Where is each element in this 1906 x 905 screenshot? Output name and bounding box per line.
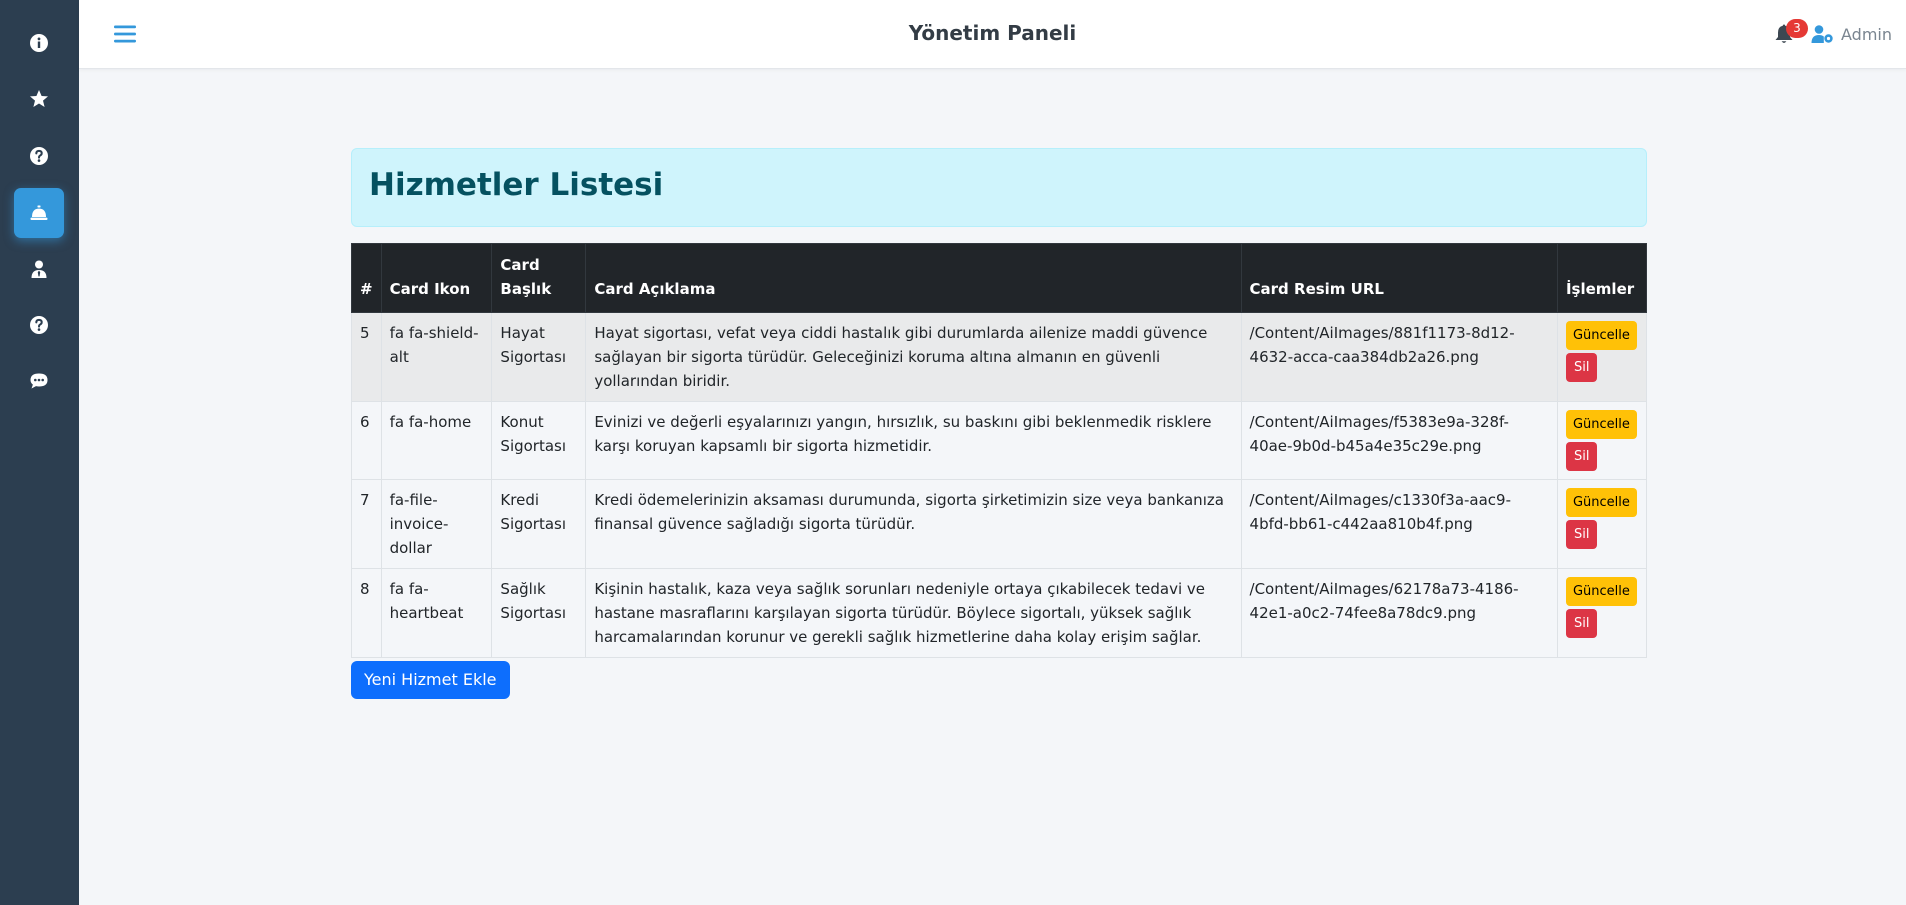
cell-actions: Güncelle Sil — [1556, 312, 1648, 402]
table-row: 5 fa fa-shield-alt Hayat Sigortası Hayat… — [351, 312, 1648, 402]
cell-title: Hayat Sigortası — [491, 312, 587, 402]
table-row: 8 fa fa-heartbeat Sağlık Sigortası Kişin… — [351, 568, 1648, 658]
topbar: Yönetim Paneli 3 Admin — [79, 0, 1906, 69]
sidebar-item-favorites[interactable] — [14, 74, 64, 124]
menu-toggle-button[interactable] — [111, 20, 139, 48]
cell-image-url: /Content/AiImages/c1330f3a-aac9-4bfd-bb6… — [1240, 479, 1558, 569]
cell-actions: Güncelle Sil — [1556, 479, 1648, 569]
services-table: # Card Ikon Card Başlık Card Açıklama Car… — [351, 243, 1648, 658]
col-header-description: Card Açıklama — [585, 243, 1242, 313]
cell-description: Kredi ödemelerinizin aksaması durumunda,… — [585, 479, 1242, 569]
col-header-title-line1: Card — [500, 256, 540, 274]
delete-button[interactable]: Sil — [1565, 353, 1598, 382]
cell-description: Kişinin hastalık, kaza veya sağlık sorun… — [585, 568, 1242, 658]
col-header-image-url: Card Resim URL — [1240, 243, 1558, 313]
user-menu[interactable]: Admin — [1811, 24, 1892, 44]
info-icon — [30, 34, 48, 52]
update-button[interactable]: Güncelle — [1565, 488, 1637, 517]
app-title: Yönetim Paneli — [908, 21, 1077, 45]
cell-title: Sağlık Sigortası — [491, 568, 587, 658]
cell-actions: Güncelle Sil — [1556, 568, 1648, 658]
table-header-row: # Card Ikon Card Başlık Card Açıklama Car… — [351, 243, 1648, 313]
add-service-button[interactable]: Yeni Hizmet Ekle — [351, 661, 510, 699]
notification-badge: 3 — [1786, 19, 1808, 38]
update-button[interactable]: Güncelle — [1565, 577, 1637, 606]
cell-number: 6 — [351, 401, 382, 480]
col-header-title: Card Başlık — [491, 243, 587, 313]
notifications-button[interactable]: 3 — [1769, 19, 1808, 49]
sidebar-item-info[interactable] — [14, 18, 64, 68]
concierge-bell-icon — [30, 205, 48, 220]
cell-title: Konut Sigortası — [491, 401, 587, 480]
delete-button[interactable]: Sil — [1565, 520, 1598, 549]
question-icon — [30, 316, 48, 334]
sidebar-item-team[interactable] — [14, 244, 64, 294]
sidebar — [0, 0, 79, 905]
col-header-icon: Card Ikon — [380, 243, 493, 313]
cell-icon: fa fa-heartbeat — [380, 568, 493, 658]
cell-actions: Güncelle Sil — [1556, 401, 1648, 480]
comment-dots-icon — [30, 373, 48, 389]
delete-button[interactable]: Sil — [1565, 609, 1598, 638]
question-icon — [30, 147, 48, 165]
cell-number: 8 — [351, 568, 382, 658]
user-tie-icon — [31, 260, 47, 278]
star-icon — [30, 90, 48, 107]
delete-button[interactable]: Sil — [1565, 442, 1598, 471]
update-button[interactable]: Güncelle — [1565, 410, 1637, 439]
cell-icon: fa-file-invoice-dollar — [380, 479, 493, 569]
table-row: 7 fa-file-invoice-dollar Kredi Sigortası… — [351, 479, 1648, 569]
cell-description: Evinizi ve değerli eşyalarınızı yangın, … — [585, 401, 1242, 480]
col-header-actions: İşlemler — [1556, 243, 1648, 313]
cell-description: Hayat sigortası, vefat veya ciddi hastal… — [585, 312, 1242, 402]
cell-number: 7 — [351, 479, 382, 569]
cell-icon: fa fa-shield-alt — [380, 312, 493, 402]
cell-image-url: /Content/AiImages/62178a73-4186-42e1-a0c… — [1240, 568, 1558, 658]
table-row: 6 fa fa-home Konut Sigortası Evinizi ve … — [351, 401, 1648, 480]
sidebar-item-messages[interactable] — [14, 356, 64, 406]
cell-image-url: /Content/AiImages/881f1173-8d12-4632-acc… — [1240, 312, 1558, 402]
user-name: Admin — [1841, 24, 1892, 44]
cell-number: 5 — [351, 312, 382, 402]
cell-image-url: /Content/AiImages/f5383e9a-328f-40ae-9b0… — [1240, 401, 1558, 480]
sidebar-item-help[interactable] — [14, 300, 64, 350]
col-header-number: # — [351, 243, 382, 313]
sidebar-item-services[interactable] — [14, 188, 64, 238]
cell-icon: fa fa-home — [380, 401, 493, 480]
sidebar-item-faq[interactable] — [14, 131, 64, 181]
update-button[interactable]: Güncelle — [1565, 321, 1637, 350]
hamburger-icon — [114, 25, 136, 43]
page-title: Hizmetler Listesi — [369, 167, 664, 203]
topbar-actions: 3 Admin — [1769, 16, 1892, 52]
page-title-box: Hizmetler Listesi — [351, 148, 1647, 227]
col-header-title-line2: Başlık — [500, 280, 552, 298]
cell-title: Kredi Sigortası — [491, 479, 587, 569]
user-cog-icon — [1811, 25, 1833, 43]
